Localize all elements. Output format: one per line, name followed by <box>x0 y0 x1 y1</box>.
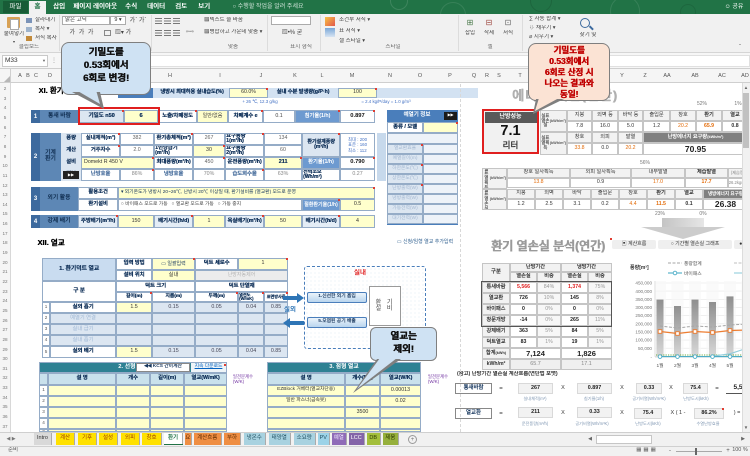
svg-text:바이패스: 바이패스 <box>684 270 702 277</box>
svg-text:5월: 5월 <box>726 362 733 369</box>
svg-text:풍량합계: 풍량합계 <box>684 260 702 267</box>
svg-text:150,000: 150,000 <box>635 330 652 335</box>
svg-text:-: - <box>650 354 652 359</box>
svg-text:3월: 3월 <box>691 362 698 369</box>
svg-text:300,000: 300,000 <box>635 305 652 310</box>
svg-text:100,000: 100,000 <box>635 338 652 343</box>
svg-text:1월: 1월 <box>656 362 663 369</box>
svg-text:350,000: 350,000 <box>635 297 652 302</box>
svg-text:50,000: 50,000 <box>638 346 652 351</box>
svg-text:450,000: 450,000 <box>635 281 652 286</box>
svg-text:400,000: 400,000 <box>635 289 652 294</box>
svg-text:4월: 4월 <box>709 362 716 369</box>
svg-text:2월: 2월 <box>674 362 681 369</box>
svg-text:풍량[m³]: 풍량[m³] <box>630 264 649 271</box>
svg-text:250,000: 250,000 <box>635 313 652 318</box>
svg-text:200,000: 200,000 <box>635 321 652 326</box>
